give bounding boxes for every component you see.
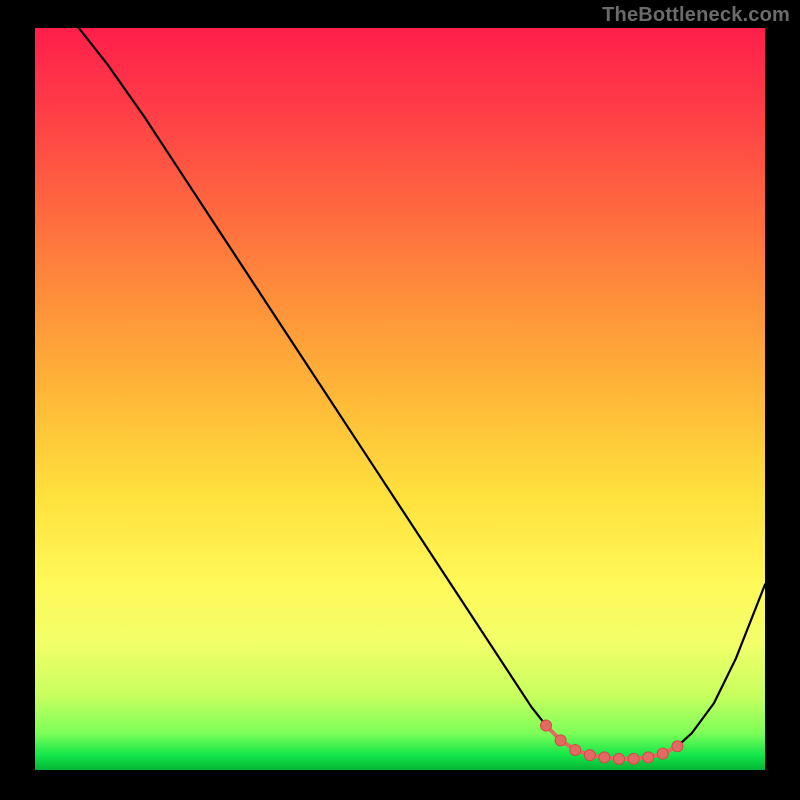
optimum-marker — [657, 748, 668, 759]
optimum-marker — [584, 750, 595, 761]
optimum-markers — [541, 720, 683, 764]
optimum-marker — [541, 720, 552, 731]
optimum-marker — [643, 752, 654, 763]
optimum-marker — [628, 753, 639, 764]
chart-frame: TheBottleneck.com — [0, 0, 800, 800]
bottleneck-curve — [79, 28, 765, 759]
watermark-text: TheBottleneck.com — [602, 4, 790, 27]
optimum-marker — [672, 741, 683, 752]
optimum-marker — [599, 752, 610, 763]
optimum-marker — [555, 735, 566, 746]
curve-layer — [35, 28, 765, 770]
plot-area — [35, 28, 765, 770]
optimum-marker — [614, 753, 625, 764]
optimum-marker — [570, 744, 581, 755]
